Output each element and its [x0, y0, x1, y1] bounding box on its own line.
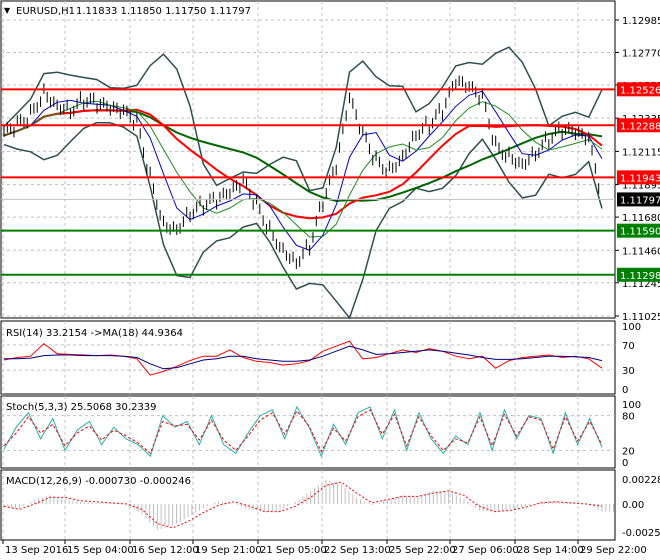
stoch-title: Stoch(5,3,3) 25.5068 30.2339: [6, 402, 157, 413]
time-label: 27 Sep 06:00: [452, 545, 519, 556]
time-label: 13 Sep 2016: [5, 545, 68, 556]
price-label: 1.12985: [622, 16, 660, 27]
indicator-scale-label: 100: [622, 322, 641, 333]
indicator-scale-label: 0: [622, 458, 628, 469]
price-label: 1.12115: [622, 147, 660, 158]
time-label: 21 Sep 05:00: [260, 545, 327, 556]
time-label: 22 Sep 13:00: [324, 545, 391, 556]
macd-title: MACD(12,26,9) -0.000730 -0.000246: [6, 476, 191, 487]
resistance-label: 1.11943: [620, 173, 660, 184]
support-label: 1.11298: [620, 271, 660, 282]
indicator-scale-label: 20: [622, 446, 635, 457]
indicator-scale-label: 30: [622, 366, 635, 377]
time-label: 29 Sep 22:00: [580, 545, 647, 556]
time-label: 28 Sep 14:00: [517, 545, 584, 556]
indicator-scale-label: 100: [622, 400, 641, 411]
current-price-label: 1.11797: [620, 195, 660, 206]
time-label: 19 Sep 21:00: [195, 545, 262, 556]
indicator-scale-label: 70: [622, 341, 635, 352]
trading-chart[interactable]: 13 Sep 201615 Sep 04:0016 Sep 12:0019 Se…: [0, 0, 660, 560]
indicator-scale-label: 80: [622, 412, 635, 423]
indicator-scale-label: -0.002579: [622, 528, 660, 539]
indicator-scale-label: 0.002288: [622, 475, 660, 486]
symbol-label: EURUSD,H1: [16, 6, 75, 17]
price-label: 1.11680: [622, 213, 660, 224]
price-label: 1.11460: [622, 246, 660, 257]
resistance-label: 1.12288: [620, 121, 660, 132]
support-label: 1.11590: [620, 227, 660, 238]
rsi-title: RSI(14) 33.2154 ->MA(18) 44.9364: [6, 328, 183, 339]
indicator-scale-label: 0: [622, 385, 628, 396]
dropdown-triangle-icon[interactable]: ▼: [4, 6, 11, 15]
time-label: 16 Sep 12:00: [132, 545, 199, 556]
chart-header[interactable]: ▼ EURUSD,H1 1.11833 1.11850 1.11750 1.11…: [4, 6, 251, 17]
panel-frame-0: [0, 0, 616, 319]
resistance-label: 1.12526: [620, 85, 660, 96]
time-label: 25 Sep 22:00: [389, 545, 456, 556]
price-label: 1.12770: [622, 48, 660, 59]
indicator-scale-label: 0.00: [622, 500, 644, 511]
ohlc-values: 1.11833 1.11850 1.11750 1.11797: [76, 6, 251, 17]
time-label: 15 Sep 04:00: [67, 545, 134, 556]
